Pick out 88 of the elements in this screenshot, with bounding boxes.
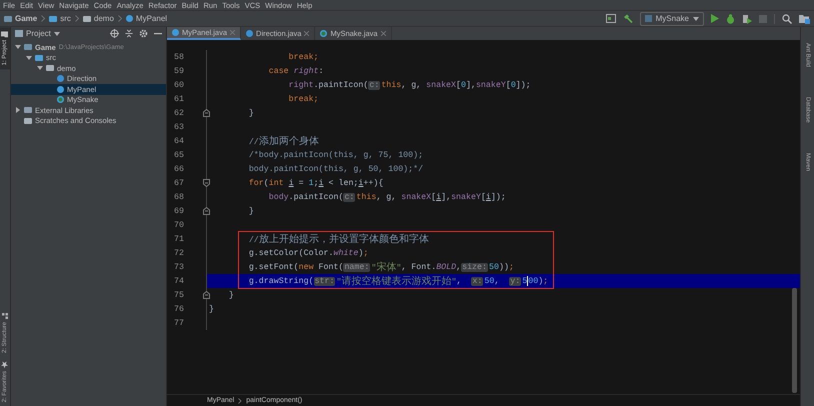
structure-icon <box>2 312 8 319</box>
minimize-icon[interactable] <box>154 32 162 35</box>
settings-icon[interactable] <box>139 29 148 38</box>
line-number: 77 <box>174 318 184 328</box>
collapse-icon[interactable] <box>125 29 133 38</box>
code-line: } <box>248 206 255 218</box>
line-number: 59 <box>174 66 184 76</box>
fold-marker-icon[interactable] <box>203 207 210 215</box>
code-line: break; <box>288 94 320 106</box>
expand-arrow-icon[interactable] <box>15 107 21 114</box>
class-icon <box>320 30 328 37</box>
code-line: g.setFont(new Font(name: "宋体", Font.BOLD,size: 50)); <box>248 260 515 274</box>
folder-icon <box>2 31 8 37</box>
folder-icon[interactable] <box>799 14 810 24</box>
run-icon[interactable] <box>711 14 719 23</box>
code-line: break; <box>288 52 320 64</box>
search-icon[interactable] <box>782 14 792 24</box>
line-number: 76 <box>174 304 184 314</box>
package-icon <box>46 65 54 72</box>
enum-icon <box>246 30 254 37</box>
breadcrumb-item[interactable]: src <box>49 14 71 23</box>
line-number: 67 <box>174 178 184 188</box>
line-number: 61 <box>174 94 184 104</box>
breadcrumb-item[interactable]: demo <box>82 14 114 23</box>
library-icon <box>24 107 32 114</box>
fold-marker-icon[interactable] <box>203 291 210 299</box>
line-number: 74 <box>174 276 184 286</box>
run-configuration-select[interactable]: MySnake <box>640 12 704 26</box>
line-number: 71 <box>174 234 184 244</box>
coverage-icon[interactable] <box>742 14 752 24</box>
code-line: } <box>248 108 255 120</box>
code-line: //放上开始提示，并设置字体颜色和字体 <box>248 232 430 246</box>
application-icon <box>644 15 652 22</box>
chevron-icon <box>41 15 46 22</box>
line-number: 68 <box>174 192 184 202</box>
class-icon <box>172 29 179 36</box>
folder-icon <box>35 54 43 61</box>
line-number: 69 <box>174 206 184 216</box>
code-line: for(int i = 1;i < len;i++){ <box>248 178 384 190</box>
caret-icon <box>54 32 60 36</box>
module-icon <box>4 16 12 22</box>
chevron-icon <box>238 398 242 404</box>
module-icon <box>24 44 32 50</box>
code-line: right.paintIcon(c: this, g, snakeX[0],snakeY[0]); <box>288 80 532 92</box>
hammer-icon[interactable] <box>622 14 633 24</box>
package-icon <box>82 16 91 22</box>
code-line: //添加两个身体 <box>248 134 320 148</box>
panel-icon <box>15 30 23 37</box>
scrollbar[interactable] <box>792 288 797 393</box>
code-line: } <box>228 290 235 302</box>
line-number: 75 <box>174 290 184 300</box>
breadcrumb-item[interactable]: MyPanel <box>126 14 168 23</box>
fold-marker-icon[interactable] <box>203 179 210 187</box>
code-line: } <box>208 304 215 316</box>
locate-icon[interactable] <box>110 29 119 38</box>
code-line: g.setColor(Color.white); <box>248 248 370 260</box>
line-number: 64 <box>174 136 184 146</box>
enum-icon <box>57 75 64 82</box>
expand-arrow-icon[interactable] <box>15 44 21 50</box>
chevron-icon <box>74 15 79 22</box>
expand-arrow-icon[interactable] <box>26 54 32 61</box>
class-icon <box>126 15 133 22</box>
line-number: 65 <box>174 150 184 160</box>
line-number: 62 <box>174 108 184 118</box>
star-icon <box>2 360 8 368</box>
folder-icon <box>49 16 58 22</box>
line-number: 70 <box>174 220 184 230</box>
close-icon[interactable] <box>380 31 386 36</box>
expand-arrow-icon[interactable] <box>37 65 43 72</box>
window-icon[interactable] <box>606 14 616 23</box>
line-number: 73 <box>174 262 184 272</box>
breadcrumb-item[interactable]: Game <box>4 14 38 23</box>
code-line: /*body.paintIcon(this, g, 75, 100); <box>248 150 424 162</box>
line-number: 60 <box>174 80 184 90</box>
project-view-select[interactable]: Project <box>15 29 60 38</box>
code-line: body.paintIcon(c: this, g, snakeX[i],snakeY[i]); <box>268 192 507 204</box>
line-number: 63 <box>174 122 184 132</box>
bug-icon[interactable] <box>726 14 735 24</box>
code-line: case right: <box>268 66 325 78</box>
scratch-icon <box>24 118 32 124</box>
caret-icon <box>693 16 699 20</box>
line-number: 72 <box>174 248 184 258</box>
fold-marker-icon[interactable] <box>203 109 210 117</box>
line-number: 66 <box>174 164 184 174</box>
close-icon[interactable] <box>304 31 310 36</box>
line-number: 58 <box>174 52 184 62</box>
code-line: body.paintIcon(this, g, 50, 100);*/ <box>248 164 424 176</box>
chevron-icon <box>118 15 122 22</box>
